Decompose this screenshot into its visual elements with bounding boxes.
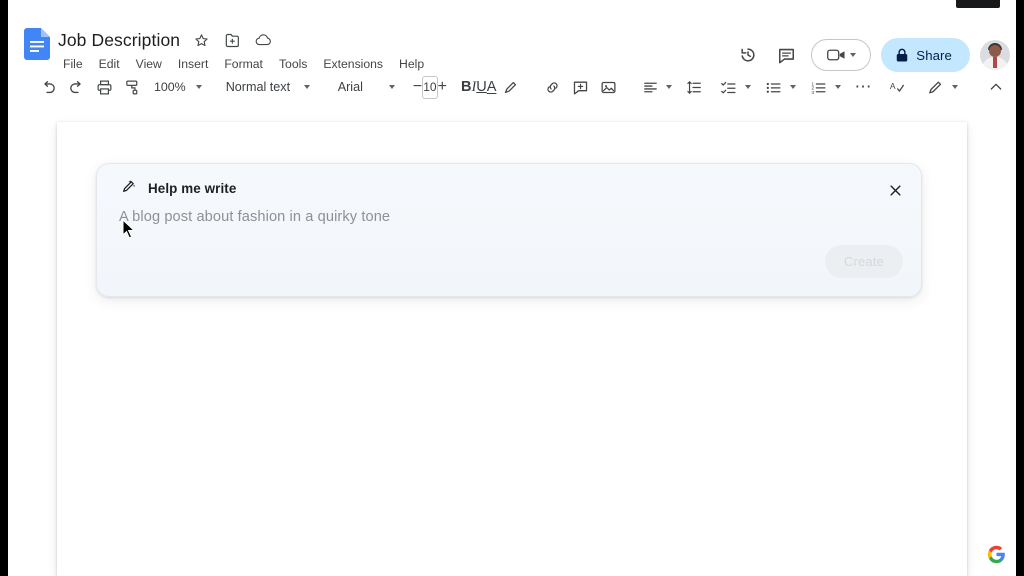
increase-font-size-button[interactable]: + bbox=[438, 75, 447, 99]
menu-help[interactable]: Help bbox=[391, 55, 432, 73]
page-title[interactable]: Job Description bbox=[58, 30, 180, 51]
print-icon[interactable] bbox=[90, 73, 118, 101]
undo-button[interactable] bbox=[34, 73, 62, 101]
text-color-button[interactable]: A bbox=[487, 79, 497, 95]
title-row: Job Description bbox=[58, 28, 273, 52]
right-letterbox bbox=[1016, 0, 1024, 576]
video-camera-icon bbox=[826, 49, 845, 61]
spelling-check-icon[interactable]: A bbox=[883, 73, 911, 101]
comment-icon[interactable] bbox=[767, 36, 805, 74]
redo-button[interactable] bbox=[62, 73, 90, 101]
paint-format-icon[interactable] bbox=[118, 73, 146, 101]
more-options-button[interactable]: ⋯ bbox=[849, 73, 877, 101]
zoom-selector[interactable]: 100% bbox=[146, 74, 206, 100]
menu-file[interactable]: File bbox=[58, 55, 91, 73]
google-g-logo bbox=[987, 545, 1006, 564]
chevron-down-icon[interactable] bbox=[952, 85, 959, 89]
text-style-selector[interactable]: Normal text bbox=[220, 74, 316, 100]
help-me-write-title: Help me write bbox=[148, 181, 237, 196]
line-spacing-icon[interactable] bbox=[680, 73, 708, 101]
font-size-input[interactable]: 10 bbox=[422, 75, 438, 99]
zoom-value: 100% bbox=[154, 80, 186, 94]
numbered-list-icon[interactable]: 123 bbox=[804, 73, 832, 101]
menu-insert[interactable]: Insert bbox=[170, 55, 216, 73]
star-icon[interactable] bbox=[192, 31, 211, 50]
cloud-saved-icon[interactable] bbox=[254, 31, 273, 50]
chevron-down-icon bbox=[304, 85, 311, 89]
font-value: Arial bbox=[337, 80, 363, 94]
menu-view[interactable]: View bbox=[128, 55, 170, 73]
chevron-down-icon[interactable] bbox=[790, 85, 797, 89]
menu-edit[interactable]: Edit bbox=[91, 55, 128, 73]
highlight-pen-icon[interactable] bbox=[496, 73, 524, 101]
link-icon[interactable] bbox=[538, 73, 566, 101]
chevron-down-icon bbox=[195, 85, 202, 89]
help-me-write-dialog: Help me write A blog post about fashion … bbox=[96, 163, 922, 297]
help-me-write-header: Help me write bbox=[121, 178, 236, 199]
left-letterbox bbox=[0, 0, 8, 576]
magic-pen-icon bbox=[121, 178, 137, 199]
chevron-down-icon bbox=[388, 85, 395, 89]
menu-bar: File Edit View Insert Format Tools Exten… bbox=[58, 55, 432, 73]
share-label: Share bbox=[916, 47, 952, 63]
formatting-toolbar: 100% Normal text Arial − 10 + B I U A 1 … bbox=[34, 72, 1002, 102]
insert-image-icon[interactable] bbox=[594, 73, 622, 101]
menu-format[interactable]: Format bbox=[216, 55, 271, 73]
move-to-folder-icon[interactable] bbox=[223, 31, 242, 50]
chevron-down-icon bbox=[849, 53, 856, 57]
chevron-down-icon[interactable] bbox=[745, 85, 752, 89]
create-button-label: Create bbox=[843, 254, 885, 269]
header-bar: Job Description File Edit View Insert Fo… bbox=[8, 12, 1016, 74]
prompt-input[interactable]: A blog post about fashion in a quirky to… bbox=[119, 209, 819, 225]
decrease-font-size-button[interactable]: − bbox=[413, 75, 422, 99]
recording-indicator bbox=[956, 0, 1000, 8]
header-actions: Share bbox=[729, 36, 1010, 74]
create-button[interactable]: Create bbox=[825, 245, 903, 278]
bold-button[interactable]: B bbox=[461, 79, 471, 95]
share-button[interactable]: Share bbox=[881, 38, 970, 72]
add-comment-icon[interactable] bbox=[566, 73, 594, 101]
chevron-down-icon[interactable] bbox=[666, 85, 673, 89]
align-left-icon[interactable] bbox=[636, 73, 664, 101]
svg-text:3: 3 bbox=[811, 89, 814, 95]
bulleted-list-icon[interactable] bbox=[759, 73, 787, 101]
font-selector[interactable]: Arial bbox=[330, 74, 399, 100]
google-docs-window: Job Description File Edit View Insert Fo… bbox=[8, 0, 1016, 576]
version-history-icon[interactable] bbox=[729, 36, 767, 74]
meet-button[interactable] bbox=[811, 39, 872, 71]
collapse-chevron-icon[interactable] bbox=[982, 73, 1010, 101]
editing-pencil-icon[interactable] bbox=[921, 73, 949, 101]
lock-icon bbox=[897, 48, 908, 61]
text-style-value: Normal text bbox=[225, 80, 291, 94]
menu-tools[interactable]: Tools bbox=[271, 55, 315, 73]
close-icon[interactable] bbox=[881, 176, 909, 204]
svg-text:A: A bbox=[890, 80, 896, 90]
checklist-icon[interactable] bbox=[714, 73, 742, 101]
chevron-down-icon[interactable] bbox=[835, 85, 842, 89]
google-docs-icon[interactable] bbox=[24, 28, 50, 60]
menu-extensions[interactable]: Extensions bbox=[315, 55, 391, 73]
underline-button[interactable]: U bbox=[476, 79, 486, 95]
avatar[interactable] bbox=[980, 40, 1010, 70]
